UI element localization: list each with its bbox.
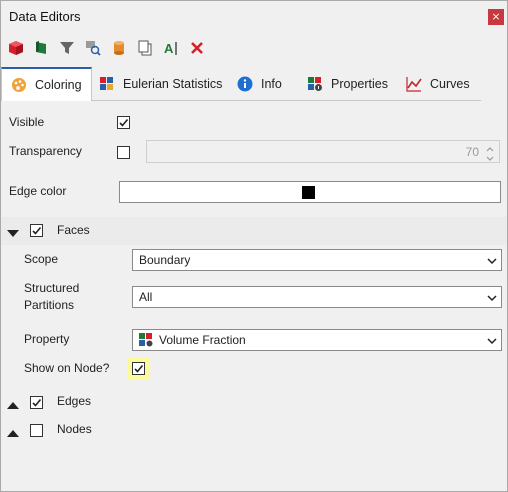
structured-partitions-label-line2: Partitions — [24, 298, 75, 312]
window-title: Data Editors — [9, 9, 81, 24]
toolbar: A — [1, 35, 507, 61]
edge-color-swatch — [302, 186, 315, 199]
data-editors-window: Data Editors × A Coloring Eulerian Stati… — [0, 0, 508, 492]
faces-label: Faces — [57, 223, 90, 237]
cylinder-icon[interactable] — [110, 39, 128, 57]
visible-label: Visible — [9, 115, 45, 129]
green-flag-icon[interactable] — [32, 39, 50, 57]
structured-partitions-label-line1: Structured — [24, 281, 80, 295]
structured-partitions-dropdown[interactable]: All — [132, 286, 502, 308]
curves-icon — [406, 76, 422, 92]
properties-icon — [139, 333, 153, 347]
coloring-panel: Visible Transparency 70 Edge color Faces… — [1, 101, 507, 491]
tab-curves[interactable]: Curves — [406, 67, 470, 101]
chevron-down-icon — [487, 255, 497, 265]
edges-checkbox[interactable] — [30, 396, 43, 409]
expand-triangle-icon[interactable] — [7, 399, 19, 413]
nodes-label: Nodes — [57, 422, 92, 436]
tab-coloring-label: Coloring — [35, 78, 82, 92]
palette-icon — [11, 77, 27, 93]
scope-dropdown[interactable]: Boundary — [132, 249, 502, 271]
title-bar: Data Editors × — [1, 1, 507, 33]
tab-properties[interactable]: Properties — [307, 67, 388, 101]
show-on-node-label: Show on Node? — [24, 361, 110, 375]
chevron-down-icon — [487, 335, 497, 345]
faces-checkbox[interactable] — [30, 224, 43, 237]
cubes-icon — [99, 76, 115, 92]
properties-icon — [307, 76, 323, 92]
transparency-checkbox[interactable] — [117, 146, 130, 159]
transparency-value: 70 — [465, 145, 479, 159]
expand-triangle-icon[interactable] — [7, 427, 19, 441]
edge-color-label: Edge color — [9, 184, 67, 198]
find-icon[interactable] — [84, 39, 102, 57]
chevron-down-icon — [487, 292, 497, 302]
scope-label: Scope — [24, 252, 59, 266]
transparency-label: Transparency — [9, 144, 82, 158]
tab-bar: Coloring Eulerian Statistics Info Proper… — [1, 67, 481, 101]
spin-down-icon[interactable] — [485, 152, 495, 166]
filter-icon[interactable] — [58, 39, 76, 57]
edges-section-header: Edges — [1, 389, 507, 417]
tab-curves-label: Curves — [430, 77, 470, 91]
red-cube-icon[interactable] — [7, 39, 25, 57]
faces-section-header: Faces — [1, 217, 507, 245]
transparency-spinbox[interactable]: 70 — [146, 140, 500, 163]
tab-eulerian-statistics[interactable]: Eulerian Statistics — [99, 67, 222, 101]
scope-value: Boundary — [139, 253, 191, 267]
tab-info[interactable]: Info — [237, 67, 282, 101]
close-button[interactable]: × — [488, 9, 504, 25]
edge-color-picker[interactable] — [119, 181, 501, 203]
tab-properties-label: Properties — [331, 77, 388, 91]
property-value: Volume Fraction — [159, 333, 246, 347]
show-on-node-checkbox[interactable] — [132, 362, 145, 375]
svg-text:A: A — [164, 41, 174, 56]
info-icon — [237, 76, 253, 92]
delete-icon[interactable] — [188, 39, 206, 57]
collapse-triangle-icon[interactable] — [7, 227, 19, 241]
property-dropdown[interactable]: Volume Fraction — [132, 329, 502, 351]
nodes-section-header: Nodes — [1, 417, 507, 445]
text-cursor-icon[interactable]: A — [162, 39, 180, 57]
tab-coloring[interactable]: Coloring — [1, 67, 92, 101]
edges-label: Edges — [57, 394, 92, 408]
nodes-checkbox[interactable] — [30, 424, 43, 437]
tab-info-label: Info — [261, 77, 282, 91]
structured-partitions-value: All — [139, 290, 153, 304]
property-label: Property — [24, 332, 70, 346]
copy-icon[interactable] — [136, 39, 154, 57]
tab-eulerian-statistics-label: Eulerian Statistics — [123, 77, 223, 91]
visible-checkbox[interactable] — [117, 116, 130, 129]
